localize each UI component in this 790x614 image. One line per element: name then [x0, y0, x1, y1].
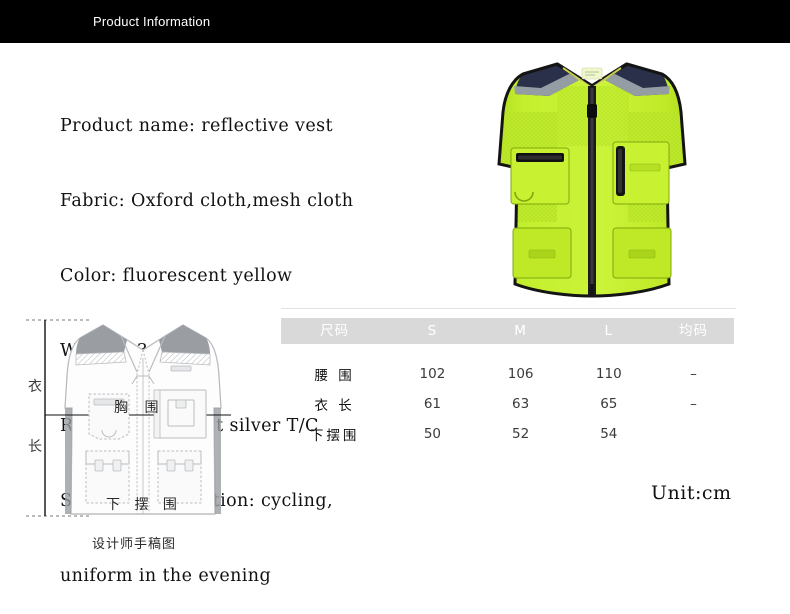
- sketch-label-chest: 胸 围: [114, 400, 164, 416]
- spec-line-scope-2: uniform in the evening: [60, 566, 272, 586]
- cell-waist-l: 110: [595, 366, 622, 382]
- designer-sketch-diagram: 衣 长 胸 围 下 摆 围: [18, 288, 268, 528]
- spec-line-color: Color: fluorescent yellow: [60, 266, 293, 286]
- sketch-label-hem: 下 摆 围: [106, 497, 182, 513]
- sketch-label-length-char2: 长: [28, 439, 42, 455]
- sketch-lower-pocket-right: [157, 450, 202, 504]
- sketch-caption: 设计师手稿图: [92, 537, 177, 552]
- cell-length-s: 61: [423, 396, 442, 412]
- cell-hem-l: 54: [600, 426, 618, 442]
- cell-waist-onesize: –: [690, 366, 697, 382]
- section-divider: [281, 308, 736, 309]
- table-header-s: S: [388, 318, 477, 344]
- cell-hem-onesize: [653, 419, 734, 449]
- chest-pocket-right: [612, 141, 670, 205]
- cell-length-l: 65: [600, 396, 618, 412]
- cell-waist-s: 102: [419, 366, 446, 382]
- table-header-onesize: 均码: [652, 318, 734, 344]
- row-label-hem: 下摆围: [309, 428, 360, 444]
- table-row: 衣 长 61 63 65 –: [281, 389, 734, 419]
- cell-hem-s: 50: [423, 426, 442, 442]
- lower-pocket-left: [512, 227, 572, 279]
- table-header-row: 尺码 S M L 均码: [281, 318, 734, 344]
- table-row: 腰 围 102 106 110 –: [281, 344, 734, 389]
- cell-waist-m: 106: [507, 366, 534, 382]
- lower-pocket-right: [612, 227, 672, 279]
- unit-note: Unit:cm: [651, 482, 732, 504]
- front-zipper: [587, 86, 597, 296]
- cell-length-m: 63: [512, 396, 530, 412]
- cell-length-onesize: –: [690, 396, 697, 412]
- sketch-label-length-char1: 衣: [28, 379, 42, 395]
- table-row: 下摆围 50 52 54: [281, 419, 734, 449]
- row-label-waist: 腰 围: [314, 368, 355, 384]
- size-chart-table: 尺码 S M L 均码 腰 围 102 106 110 – 衣 长 61 63 …: [281, 318, 734, 449]
- top-header-bar: Product Information: [0, 0, 790, 43]
- brand-label-tag: [581, 67, 603, 80]
- spec-line-fabric: Fabric: Oxford cloth,mesh cloth: [60, 191, 354, 211]
- chest-pocket-left: [510, 147, 570, 205]
- row-label-length: 衣 长: [314, 398, 355, 414]
- sketch-lower-pocket-left: [85, 450, 130, 504]
- page-title: Product Information: [93, 14, 211, 29]
- table-header-l: L: [564, 318, 653, 344]
- sketch-vest: [45, 324, 231, 515]
- table-header-m: M: [476, 318, 565, 344]
- cell-hem-m: 52: [512, 426, 530, 442]
- table-header-size: 尺码: [281, 318, 389, 344]
- spec-line-product-name: Product name: reflective vest: [60, 116, 333, 136]
- product-photo: [485, 52, 700, 302]
